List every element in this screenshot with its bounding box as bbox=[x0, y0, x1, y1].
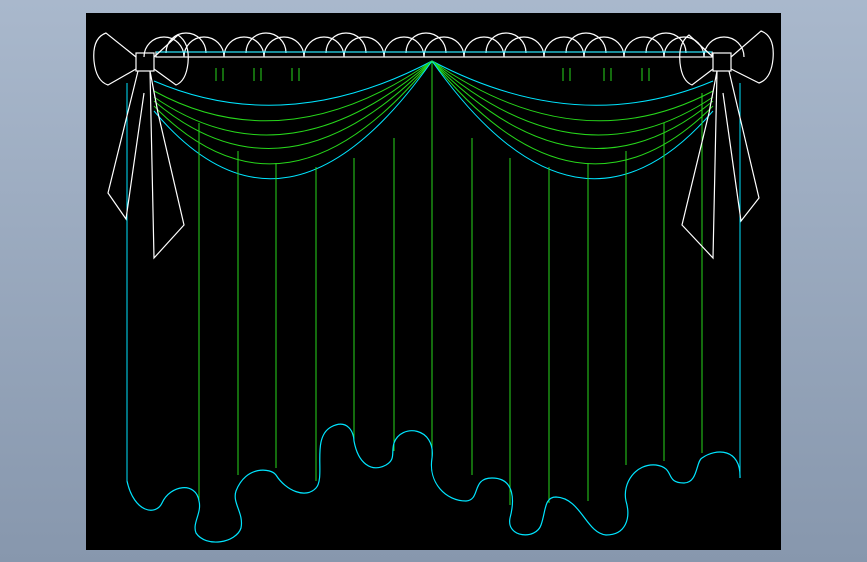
valance-scallops bbox=[143, 32, 745, 58]
swag-drape-right bbox=[431, 60, 714, 180]
curtain-rod bbox=[155, 51, 713, 58]
cad-viewport[interactable] bbox=[86, 13, 781, 550]
curtain-drawing bbox=[93, 30, 774, 543]
bow-tieback-right bbox=[679, 30, 774, 260]
bow-tieback-left bbox=[93, 32, 189, 260]
curtain-hem bbox=[126, 423, 741, 543]
swag-drape-left bbox=[153, 60, 433, 180]
